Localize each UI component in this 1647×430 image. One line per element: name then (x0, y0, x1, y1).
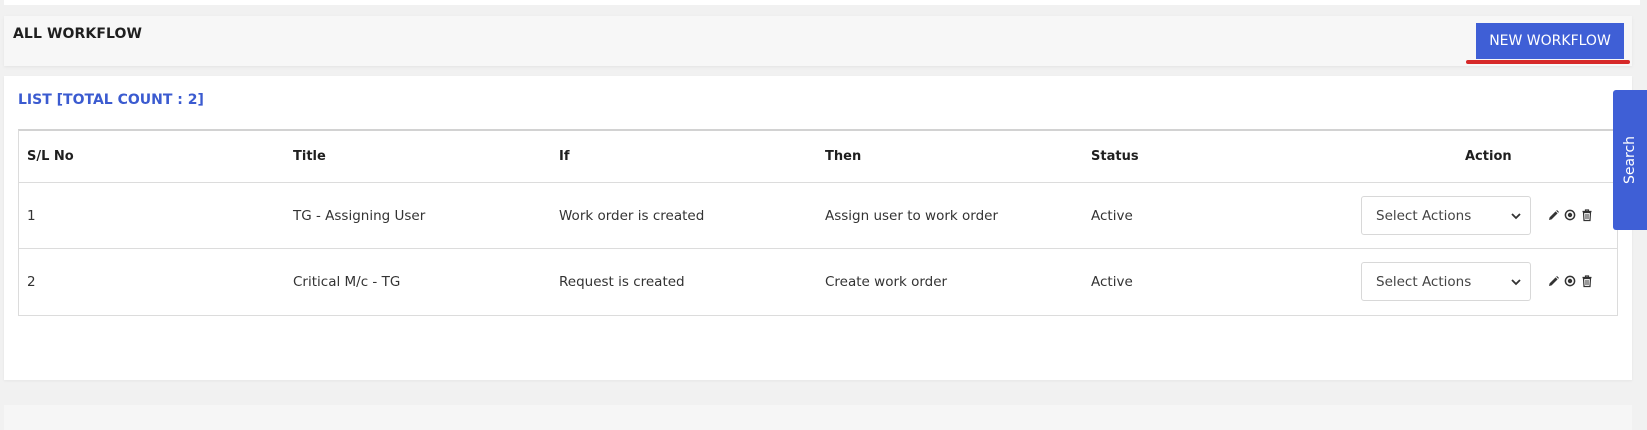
cell-sl-no: 1 (27, 207, 36, 224)
table-row: 2 Critical M/c - TG Request is created C… (19, 249, 1617, 315)
select-actions-dropdown[interactable]: Select Actions (1361, 196, 1531, 235)
top-strip (4, 0, 1640, 5)
column-header-status: Status (1091, 149, 1139, 164)
cell-title: TG - Assigning User (293, 207, 426, 224)
list-title: LIST [TOTAL COUNT : 2] (18, 92, 204, 108)
cell-title: Critical M/c - TG (293, 274, 401, 290)
workflow-table: S/L No Title If Then Status Action 1 TG … (18, 129, 1618, 316)
chevron-down-icon (1511, 213, 1521, 220)
pencil-icon[interactable] (1547, 208, 1559, 222)
radio-circle-icon[interactable] (1564, 274, 1576, 288)
trash-icon[interactable] (1581, 274, 1593, 288)
trash-icon[interactable] (1581, 208, 1593, 222)
row-action-icons (1547, 207, 1593, 223)
search-tab-label: Search (1622, 135, 1638, 185)
column-header-sl-no: S/L No (27, 149, 74, 164)
chevron-down-icon (1511, 279, 1521, 286)
cell-if: Request is created (559, 274, 685, 290)
column-header-title: Title (293, 149, 326, 164)
search-side-tab[interactable]: Search (1613, 90, 1647, 230)
select-actions-value: Select Actions (1376, 273, 1472, 290)
column-header-action: Action (1465, 149, 1512, 164)
page-header: ALL WORKFLOW NEW WORKFLOW (4, 16, 1632, 66)
pencil-icon[interactable] (1547, 274, 1559, 288)
cell-if: Work order is created (559, 207, 705, 224)
select-actions-dropdown[interactable]: Select Actions (1361, 262, 1531, 301)
workflow-list-card: LIST [TOTAL COUNT : 2] S/L No Title If T… (4, 76, 1632, 380)
column-header-if: If (559, 149, 570, 164)
button-highlight-underline (1466, 60, 1630, 64)
row-action-icons (1547, 273, 1593, 289)
page-title: ALL WORKFLOW (13, 26, 143, 42)
cell-then: Create work order (825, 274, 948, 290)
new-workflow-button[interactable]: NEW WORKFLOW (1476, 23, 1624, 59)
cell-status: Active (1091, 207, 1133, 224)
radio-circle-icon[interactable] (1564, 208, 1576, 222)
cell-status: Active (1091, 274, 1133, 290)
bottom-panel (4, 405, 1632, 430)
cell-then: Assign user to work order (825, 207, 999, 224)
column-header-then: Then (825, 149, 862, 164)
cell-sl-no: 2 (27, 274, 36, 290)
select-actions-value: Select Actions (1376, 207, 1472, 224)
table-header-row: S/L No Title If Then Status Action (19, 131, 1617, 183)
table-row: 1 TG - Assigning User Work order is crea… (19, 183, 1617, 249)
